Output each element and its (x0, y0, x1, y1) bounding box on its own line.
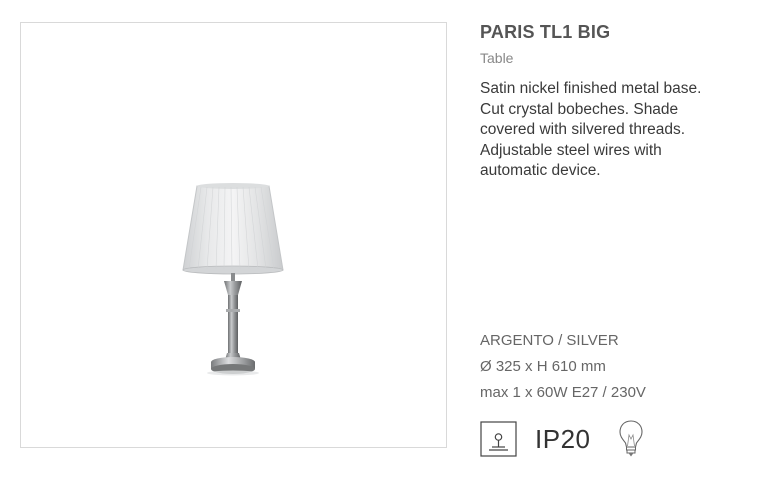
light-bulb-icon (619, 420, 643, 457)
finish-spec: ARGENTO / SILVER (480, 332, 619, 349)
table-lamp-icon (480, 421, 517, 457)
description-line: Adjustable steel wires with (480, 141, 662, 159)
product-title: PARIS TL1 BIG (480, 22, 611, 42)
description-line: Satin nickel finished metal base. (480, 80, 702, 97)
dimensions-spec: Ø 325 x H 610 mm (480, 358, 606, 375)
lamp-spec: max 1 x 60W E27 / 230V (480, 384, 646, 401)
product-description: Satin nickel finished metal base. Cut cr… (480, 79, 742, 182)
description-line: automatic device. (480, 162, 601, 179)
product-image-lamp (182, 183, 284, 376)
product-info: PARIS TL1 BIG Table Satin nickel finishe… (480, 20, 742, 182)
spec-badges: IP20 (480, 419, 680, 459)
product-category: Table (480, 50, 514, 66)
product-image-frame (20, 22, 447, 448)
ip-rating: IP20 (535, 424, 591, 454)
product-specs: ARGENTO / SILVER Ø 325 x H 610 mm max 1 … (480, 328, 742, 406)
description-line: covered with silvered threads. (480, 121, 686, 138)
description-line: Cut crystal bobeches. Shade (480, 100, 679, 118)
